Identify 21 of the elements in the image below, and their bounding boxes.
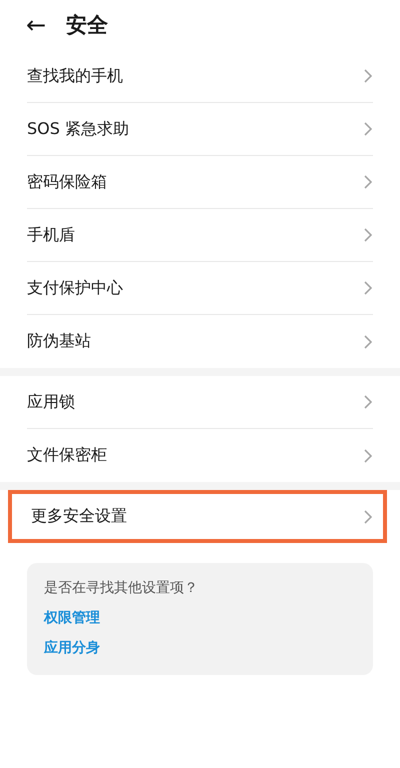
settings-item[interactable]: 支付保护中心 [27, 262, 373, 315]
chevron-icon [363, 174, 373, 190]
settings-item[interactable]: SOS 紧急求助 [27, 103, 373, 156]
chevron-icon [363, 394, 373, 410]
chevron-icon [363, 227, 373, 243]
chevron-icon [363, 448, 373, 464]
settings-item[interactable]: 更多安全设置 [8, 490, 387, 543]
chevron-icon [363, 68, 373, 84]
chevron-icon [363, 508, 373, 524]
settings-item[interactable]: 文件保密柜 [27, 429, 373, 482]
settings-item[interactable]: 手机盾 [27, 209, 373, 262]
settings-item[interactable]: 密码保险箱 [27, 156, 373, 209]
page-title: 安全 [66, 12, 108, 39]
back-button[interactable]: ← [26, 13, 46, 37]
chevron-icon [363, 334, 373, 350]
suggestion-question: 是否在寻找其他设置项？ [44, 579, 199, 597]
chevron-icon [363, 280, 373, 296]
chevron-icon [363, 121, 373, 137]
settings-item[interactable]: 应用锁 [27, 376, 373, 429]
settings-item[interactable]: 防伪基站 [27, 315, 373, 368]
settings-item[interactable]: 查找我的手机 [27, 50, 373, 103]
